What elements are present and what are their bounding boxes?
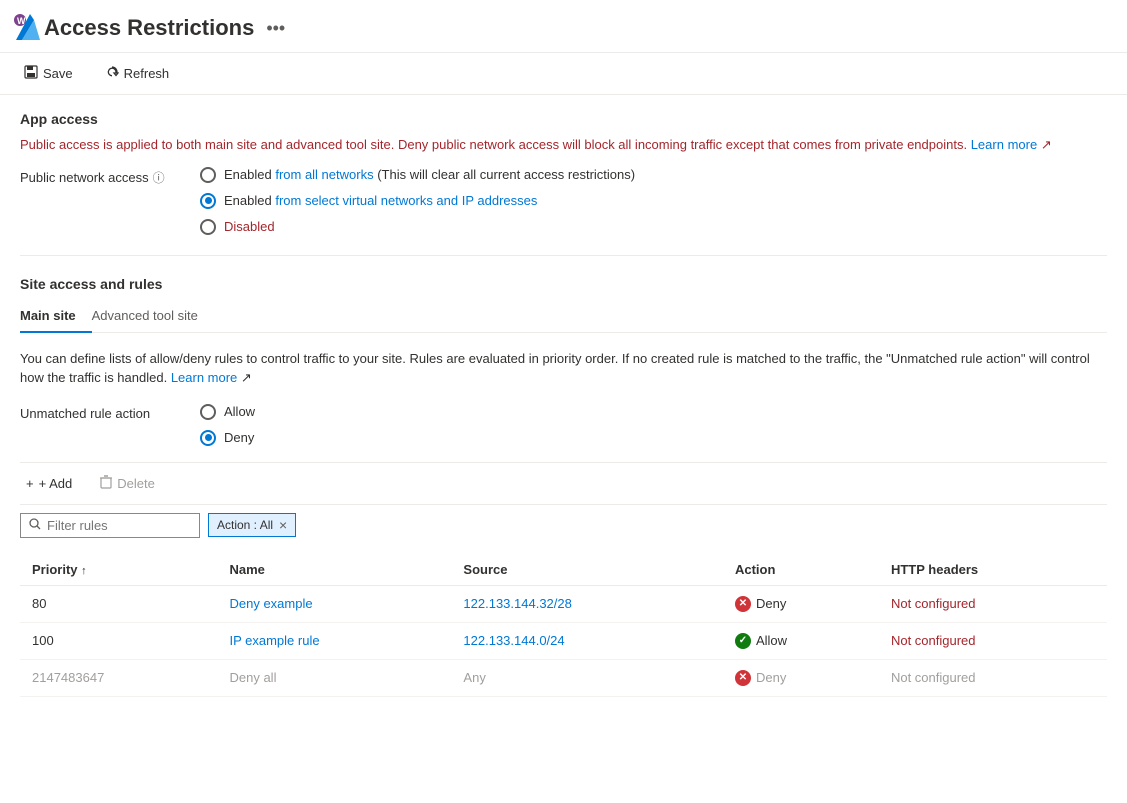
table-row[interactable]: 100 IP example rule 122.133.144.0/24 ✓ A… bbox=[20, 622, 1107, 659]
cell-action: ✓ Allow bbox=[723, 622, 879, 659]
refresh-icon bbox=[105, 65, 119, 82]
add-icon: + bbox=[26, 476, 34, 491]
save-button[interactable]: Save bbox=[16, 61, 81, 86]
radio-enabled-all-networks[interactable]: Enabled from all networks (This will cle… bbox=[200, 167, 635, 183]
toolbar: Save Refresh bbox=[0, 53, 1127, 95]
col-source: Source bbox=[451, 554, 723, 586]
table-action-bar: + + Add Delete bbox=[20, 462, 1107, 505]
unmatched-rule-row: Unmatched rule action Allow Deny bbox=[20, 404, 1107, 446]
public-network-radio-group: Enabled from all networks (This will cle… bbox=[200, 167, 635, 235]
site-learn-more[interactable]: Learn more bbox=[171, 370, 237, 385]
radio-circle-2 bbox=[200, 193, 216, 209]
cell-action: ✕ Deny bbox=[723, 659, 879, 696]
col-priority[interactable]: Priority bbox=[20, 554, 217, 586]
allow-icon: ✓ bbox=[735, 633, 751, 649]
cell-source[interactable]: 122.133.144.0/24 bbox=[451, 622, 723, 659]
tab-advanced-tool-site[interactable]: Advanced tool site bbox=[92, 300, 214, 333]
unmatched-radio-group: Allow Deny bbox=[200, 404, 255, 446]
cell-name: Deny all bbox=[217, 659, 451, 696]
main-content: App access Public access is applied to b… bbox=[0, 95, 1127, 713]
delete-icon bbox=[100, 475, 112, 492]
radio-circle-allow bbox=[200, 404, 216, 420]
external-link-icon: ↗ bbox=[1041, 137, 1052, 152]
public-network-info-icon[interactable]: ⓘ bbox=[153, 169, 165, 186]
deny-icon: ✕ bbox=[735, 596, 751, 612]
filter-bar: Action : All × bbox=[20, 513, 1107, 538]
site-tabs: Main site Advanced tool site bbox=[20, 300, 1107, 333]
cell-source: Any bbox=[451, 659, 723, 696]
page-header: W Access Restrictions ••• bbox=[0, 0, 1127, 53]
more-options-icon[interactable]: ••• bbox=[266, 18, 285, 39]
search-icon bbox=[29, 518, 41, 533]
cell-http-headers: Not configured bbox=[879, 622, 1107, 659]
app-icon: W bbox=[12, 12, 44, 44]
cell-http-headers: Not configured bbox=[879, 585, 1107, 622]
external-link-icon-2: ↗ bbox=[241, 370, 252, 385]
radio-allow-label: Allow bbox=[224, 404, 255, 419]
tab-main-site[interactable]: Main site bbox=[20, 300, 92, 333]
rules-table: Priority Name Source Action HTTP headers bbox=[20, 554, 1107, 697]
app-access-section: App access Public access is applied to b… bbox=[20, 111, 1107, 235]
app-access-title: App access bbox=[20, 111, 1107, 127]
radio-enabled-select-networks[interactable]: Enabled from select virtual networks and… bbox=[200, 193, 635, 209]
svg-text:W: W bbox=[17, 16, 26, 26]
site-access-title: Site access and rules bbox=[20, 276, 1107, 292]
app-access-info: Public access is applied to both main si… bbox=[20, 135, 1107, 155]
save-icon bbox=[24, 65, 38, 82]
page-title: Access Restrictions bbox=[44, 15, 254, 41]
radio-circle-1 bbox=[200, 167, 216, 183]
col-action: Action bbox=[723, 554, 879, 586]
cell-name[interactable]: IP example rule bbox=[217, 622, 451, 659]
deny-icon: ✕ bbox=[735, 670, 751, 686]
cell-name[interactable]: Deny example bbox=[217, 585, 451, 622]
cell-action: ✕ Deny bbox=[723, 585, 879, 622]
table-row[interactable]: 80 Deny example 122.133.144.32/28 ✕ Deny… bbox=[20, 585, 1107, 622]
cell-priority: 100 bbox=[20, 622, 217, 659]
unmatched-label: Unmatched rule action bbox=[20, 404, 200, 421]
filter-input-container bbox=[20, 513, 200, 538]
radio-circle-deny bbox=[200, 430, 216, 446]
public-network-access-row: Public network access ⓘ Enabled from all… bbox=[20, 167, 1107, 235]
app-access-learn-more[interactable]: Learn more bbox=[971, 137, 1037, 152]
site-description: You can define lists of allow/deny rules… bbox=[20, 349, 1107, 388]
table-row[interactable]: 2147483647 Deny all Any ✕ Deny Not confi… bbox=[20, 659, 1107, 696]
filter-chip-close[interactable]: × bbox=[279, 517, 287, 533]
add-button[interactable]: + + Add bbox=[20, 472, 78, 495]
radio-disabled[interactable]: Disabled bbox=[200, 219, 635, 235]
radio-circle-3 bbox=[200, 219, 216, 235]
delete-button[interactable]: Delete bbox=[94, 471, 161, 496]
cell-source[interactable]: 122.133.144.32/28 bbox=[451, 585, 723, 622]
cell-priority: 80 bbox=[20, 585, 217, 622]
table-header-row: Priority Name Source Action HTTP headers bbox=[20, 554, 1107, 586]
refresh-button[interactable]: Refresh bbox=[97, 61, 178, 86]
filter-rules-input[interactable] bbox=[47, 518, 191, 533]
section-divider-1 bbox=[20, 255, 1107, 256]
col-http-headers: HTTP headers bbox=[879, 554, 1107, 586]
col-name: Name bbox=[217, 554, 451, 586]
cell-priority: 2147483647 bbox=[20, 659, 217, 696]
cell-http-headers: Not configured bbox=[879, 659, 1107, 696]
site-access-section: Site access and rules Main site Advanced… bbox=[20, 276, 1107, 697]
radio-allow[interactable]: Allow bbox=[200, 404, 255, 420]
radio-deny-label: Deny bbox=[224, 430, 254, 445]
radio-deny[interactable]: Deny bbox=[200, 430, 255, 446]
public-network-label: Public network access ⓘ bbox=[20, 167, 200, 186]
action-filter-chip: Action : All × bbox=[208, 513, 296, 537]
